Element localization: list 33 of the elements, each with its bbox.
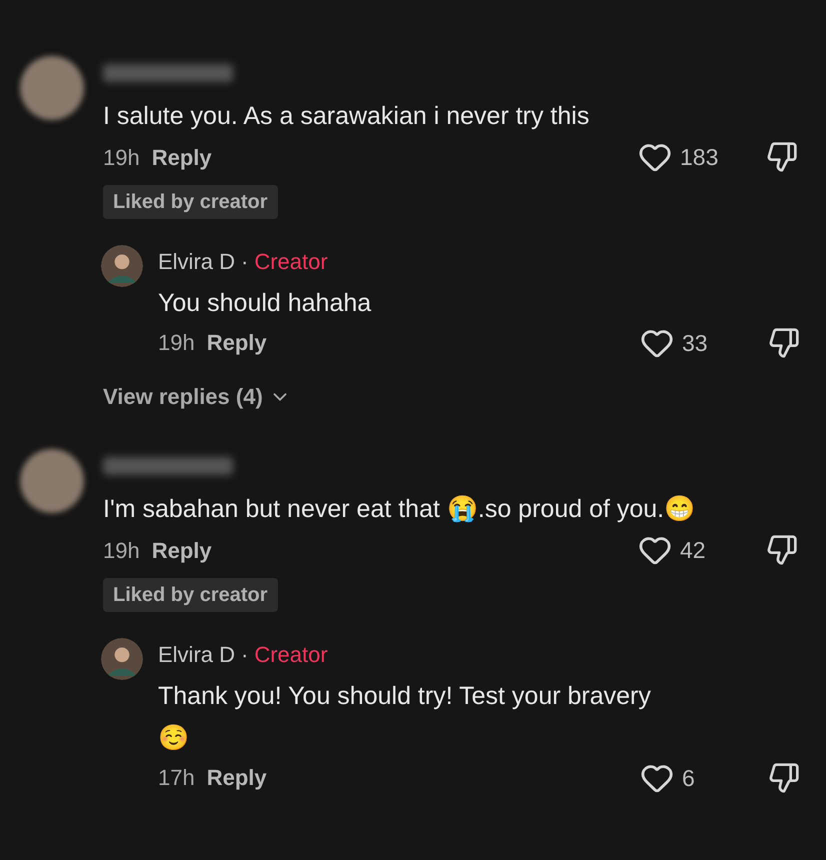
- dislike-icon[interactable]: [766, 141, 798, 174]
- reply-button[interactable]: Reply: [206, 761, 267, 794]
- comment-time: 19h: [103, 536, 140, 565]
- reply-button[interactable]: Reply: [152, 140, 212, 174]
- reply-button[interactable]: Reply: [206, 326, 267, 360]
- dislike-icon[interactable]: [768, 762, 800, 794]
- view-replies-button[interactable]: View replies (4): [103, 380, 291, 413]
- reply-author[interactable]: Elvira D: [158, 638, 236, 670]
- liked-by-creator-badge: Liked by creator: [103, 578, 278, 612]
- avatar[interactable]: [20, 449, 84, 513]
- reply-time: 19h: [158, 329, 195, 358]
- reply-text: Thank you! You should try! Test your bravery ☺: [158, 680, 652, 754]
- avatar[interactable]: [101, 244, 143, 286]
- avatar[interactable]: [20, 56, 84, 120]
- like-count: 42: [680, 536, 706, 565]
- separator-dot: ·: [241, 640, 248, 668]
- creator-label: Creator: [254, 640, 328, 668]
- dislike-icon[interactable]: [766, 534, 798, 566]
- creator-label: Creator: [254, 248, 328, 276]
- like-count: 183: [680, 143, 718, 172]
- liked-by-creator-badge: Liked by creator: [103, 184, 278, 218]
- avatar[interactable]: [101, 638, 143, 680]
- reply-button[interactable]: Reply: [152, 534, 212, 567]
- reply-time: 17h: [158, 764, 195, 792]
- comment-text: I salute you. As a sarawakian i never try this: [103, 101, 590, 132]
- like-count: 6: [682, 764, 695, 792]
- comment-text: I'm sabahan but never eat that 😭.so proud of you.😁: [103, 494, 696, 525]
- dislike-icon[interactable]: [768, 326, 800, 359]
- reply-author[interactable]: Elvira D: [158, 244, 236, 278]
- separator-dot: ·: [241, 248, 248, 276]
- reply-text: You should hahaha: [158, 288, 372, 318]
- like-count: 33: [682, 328, 708, 358]
- comment-time: 19h: [103, 144, 140, 172]
